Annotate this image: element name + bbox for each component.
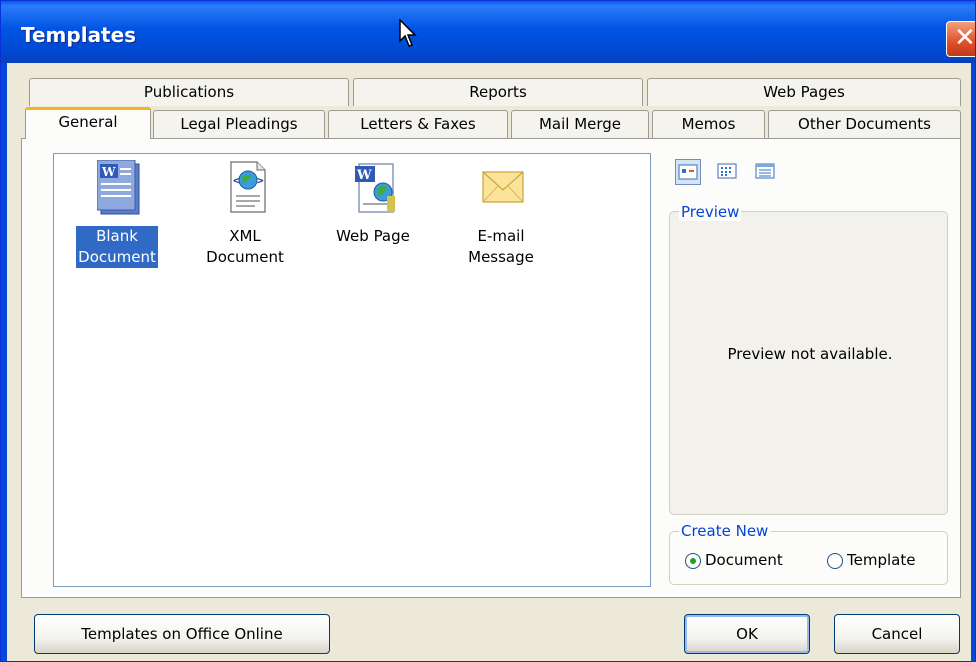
document-radio[interactable] [685, 553, 701, 569]
window-title: Templates [21, 23, 137, 47]
template-item-label: E-mail Message [468, 227, 534, 266]
create-new-group-label: Create New [679, 522, 771, 540]
document-radio-label[interactable]: Document [705, 551, 783, 569]
svg-text:<: < [233, 174, 240, 187]
list-view-button[interactable] [715, 159, 741, 185]
template-radio[interactable] [827, 553, 843, 569]
preview-group [669, 211, 948, 515]
svg-text:>: > [257, 174, 264, 187]
tab-memos[interactable]: Memos [652, 110, 765, 138]
list-view-icon [717, 163, 737, 179]
large-icons-view-button[interactable] [675, 159, 701, 185]
template-item-label: Web Page [336, 227, 410, 245]
template-radio-label[interactable]: Template [847, 551, 915, 569]
tab-reports[interactable]: Reports [353, 78, 643, 106]
svg-text:W: W [101, 165, 116, 179]
web-page-icon: W [355, 163, 395, 213]
ok-button[interactable]: OK [684, 614, 810, 654]
close-button[interactable]: ✕ [946, 21, 976, 57]
mouse-cursor-icon [399, 19, 417, 47]
envelope-icon [482, 171, 524, 203]
radio-selected-dot [690, 558, 696, 564]
title-bar[interactable]: Templates ✕ [1, 1, 976, 63]
window-border-left [1, 63, 7, 661]
tab-mail-merge[interactable]: Mail Merge [511, 110, 649, 138]
xml-document-icon: < > [230, 161, 266, 213]
close-icon: ✕ [954, 23, 976, 53]
details-view-button[interactable] [753, 159, 779, 185]
word-document-icon: W [97, 160, 140, 215]
tab-letters-faxes[interactable]: Letters & Faxes [328, 110, 508, 138]
template-list[interactable]: W Blank Document < > XML Document W Web … [53, 153, 651, 587]
tab-general[interactable]: General [25, 107, 151, 139]
preview-status-text: Preview not available. [727, 345, 893, 363]
preview-group-label: Preview [679, 203, 742, 221]
tab-web-pages[interactable]: Web Pages [647, 78, 961, 106]
templates-on-office-online-button[interactable]: Templates on Office Online [34, 614, 330, 654]
templates-dialog: Templates ✕ Publications Reports Web Pag… [0, 0, 976, 662]
tab-publications[interactable]: Publications [29, 78, 349, 106]
template-item-label: XML Document [206, 227, 284, 266]
tab-other-documents[interactable]: Other Documents [768, 110, 961, 138]
template-item-label: Blank Document [76, 226, 158, 268]
cancel-button[interactable]: Cancel [834, 614, 960, 654]
large-icons-view-icon [678, 164, 698, 180]
tab-legal-pleadings[interactable]: Legal Pleadings [153, 110, 325, 138]
svg-text:W: W [356, 168, 372, 183]
details-view-icon [755, 163, 775, 179]
window-border-right [971, 63, 975, 661]
